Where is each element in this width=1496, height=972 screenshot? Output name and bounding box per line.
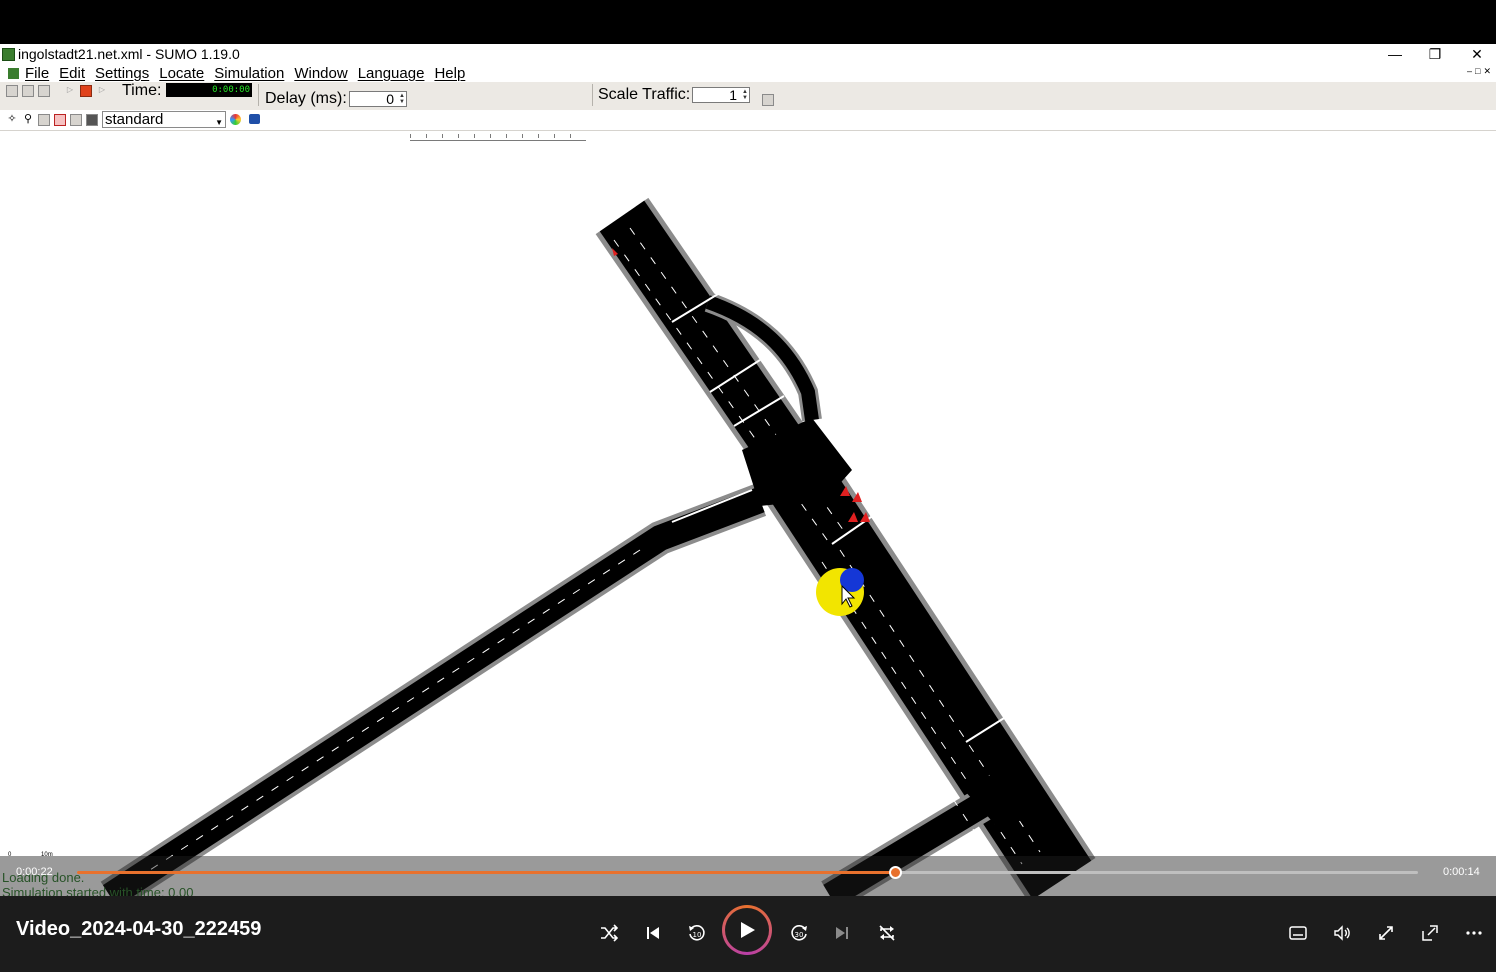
delay-input[interactable]: 0 ▲ ▼	[349, 91, 407, 107]
view-tool-group: ✧ ⚲	[6, 114, 98, 126]
delay-spinner-icon[interactable]: ▲ ▼	[399, 93, 405, 105]
title-bar: ingolstadt21.net.xml - SUMO 1.19.0 — ❐ ✕	[0, 44, 1496, 64]
time-label: Time:	[122, 82, 162, 99]
network-canvas[interactable]	[0, 130, 1496, 896]
play-button-inner	[725, 908, 769, 952]
zoom-icon[interactable]: ⚲	[22, 114, 34, 126]
menu-settings[interactable]: Settings	[95, 65, 149, 82]
shuffle-icon	[601, 924, 619, 942]
volume-button[interactable]	[1325, 916, 1359, 950]
delay-label: Delay (ms):	[265, 90, 347, 107]
menu-bar: File Edit Settings Locate Simulation Win…	[0, 64, 1496, 82]
toolbar-separator	[592, 84, 593, 106]
rewind-10-icon: 10	[689, 925, 705, 941]
play-button[interactable]	[722, 905, 772, 955]
shuffle-button[interactable]	[592, 916, 626, 950]
file-tool-group	[6, 85, 50, 97]
previous-button[interactable]	[636, 916, 670, 950]
locate-vehicle-icon[interactable]	[54, 114, 66, 126]
stop-icon[interactable]	[80, 85, 92, 97]
step-icon[interactable]: ▷	[96, 85, 108, 97]
menu-edit[interactable]: Edit	[59, 65, 85, 82]
scale-spinner-icon[interactable]: ▲ ▼	[742, 89, 748, 101]
volume-icon	[1334, 925, 1350, 941]
menu-locate[interactable]: Locate	[159, 65, 204, 82]
seek-bar-area: 0:00:22 0:00:14	[0, 856, 1496, 896]
sumo-window: ingolstadt21.net.xml - SUMO 1.19.0 — ❐ ✕…	[0, 44, 1496, 896]
captions-icon	[1289, 926, 1307, 940]
menu-language[interactable]: Language	[358, 65, 425, 82]
skip-previous-icon	[647, 927, 659, 939]
locate-edge-icon[interactable]	[70, 114, 82, 126]
repeat-off-button[interactable]	[870, 916, 904, 950]
scale-traffic-value: 1	[729, 87, 737, 103]
fullscreen-button[interactable]	[1369, 916, 1403, 950]
media-player-bar: Video_2024-04-30_222459 10 30	[0, 896, 1496, 972]
scale-traffic-input[interactable]: 1 ▲ ▼	[692, 87, 750, 103]
svg-text:30: 30	[795, 931, 804, 939]
play-icon[interactable]: ▷	[64, 85, 76, 97]
forward-30-button[interactable]: 30	[782, 916, 816, 950]
maximize-icon[interactable]: ❐	[1415, 44, 1455, 64]
seek-progress	[77, 871, 895, 874]
rewind-10-button[interactable]: 10	[680, 916, 714, 950]
delay-value: 0	[386, 91, 394, 107]
menu-file[interactable]: File	[25, 65, 49, 82]
window-title: ingolstadt21.net.xml - SUMO 1.19.0	[18, 46, 240, 62]
menu-simulation[interactable]: Simulation	[214, 65, 284, 82]
close-icon[interactable]: ✕	[1457, 44, 1496, 64]
mini-player-button[interactable]	[1413, 916, 1447, 950]
top-black-bar	[0, 0, 1496, 44]
breakpoints-icon[interactable]	[249, 114, 260, 124]
color-scheme-select[interactable]: standard ▼	[102, 111, 226, 128]
remaining-time: 0:00:14	[1443, 866, 1480, 878]
play-icon	[741, 922, 755, 938]
scale-traffic-label: Scale Traffic:	[598, 86, 691, 103]
branch-road-sw	[100, 484, 767, 896]
more-options-button[interactable]	[1457, 916, 1491, 950]
chevron-down-icon: ▼	[215, 118, 223, 127]
mdi-child-icon[interactable]	[8, 67, 19, 79]
edit-coloring-icon[interactable]	[230, 114, 241, 125]
forward-30-icon: 30	[791, 925, 807, 941]
new-view-icon[interactable]	[762, 94, 774, 106]
seek-handle[interactable]	[889, 866, 902, 879]
menu-help[interactable]: Help	[434, 65, 465, 82]
sumo-app-icon	[2, 47, 15, 61]
elapsed-time: 0:00:22	[16, 866, 53, 878]
color-scheme-value: standard	[105, 111, 164, 128]
skip-next-icon	[836, 927, 848, 939]
mini-player-icon	[1422, 925, 1438, 941]
minimize-icon[interactable]: —	[1375, 44, 1415, 64]
view-toolbar: ✧ ⚲ standard ▼	[0, 110, 1496, 131]
locate-junction-icon[interactable]	[38, 114, 50, 126]
screenshot-icon[interactable]	[86, 114, 98, 126]
more-icon	[1466, 931, 1482, 935]
svg-text:10: 10	[693, 931, 702, 939]
repeat-off-icon	[879, 925, 895, 941]
open-config-icon[interactable]	[6, 85, 18, 97]
next-button[interactable]	[825, 916, 859, 950]
reload-icon[interactable]	[38, 85, 50, 97]
menu-window[interactable]: Window	[294, 65, 347, 82]
recenter-icon[interactable]: ✧	[6, 114, 18, 126]
sim-tool-group: ▷ ▷	[64, 85, 108, 97]
time-display: 0:00:00	[166, 83, 252, 97]
video-title: Video_2024-04-30_222459	[16, 918, 262, 940]
fullscreen-icon	[1379, 926, 1393, 940]
mdi-controls-icon[interactable]: –□✕	[1467, 66, 1494, 77]
open-network-icon[interactable]	[22, 85, 34, 97]
captions-button[interactable]	[1281, 916, 1315, 950]
toolbar-separator	[258, 84, 259, 106]
